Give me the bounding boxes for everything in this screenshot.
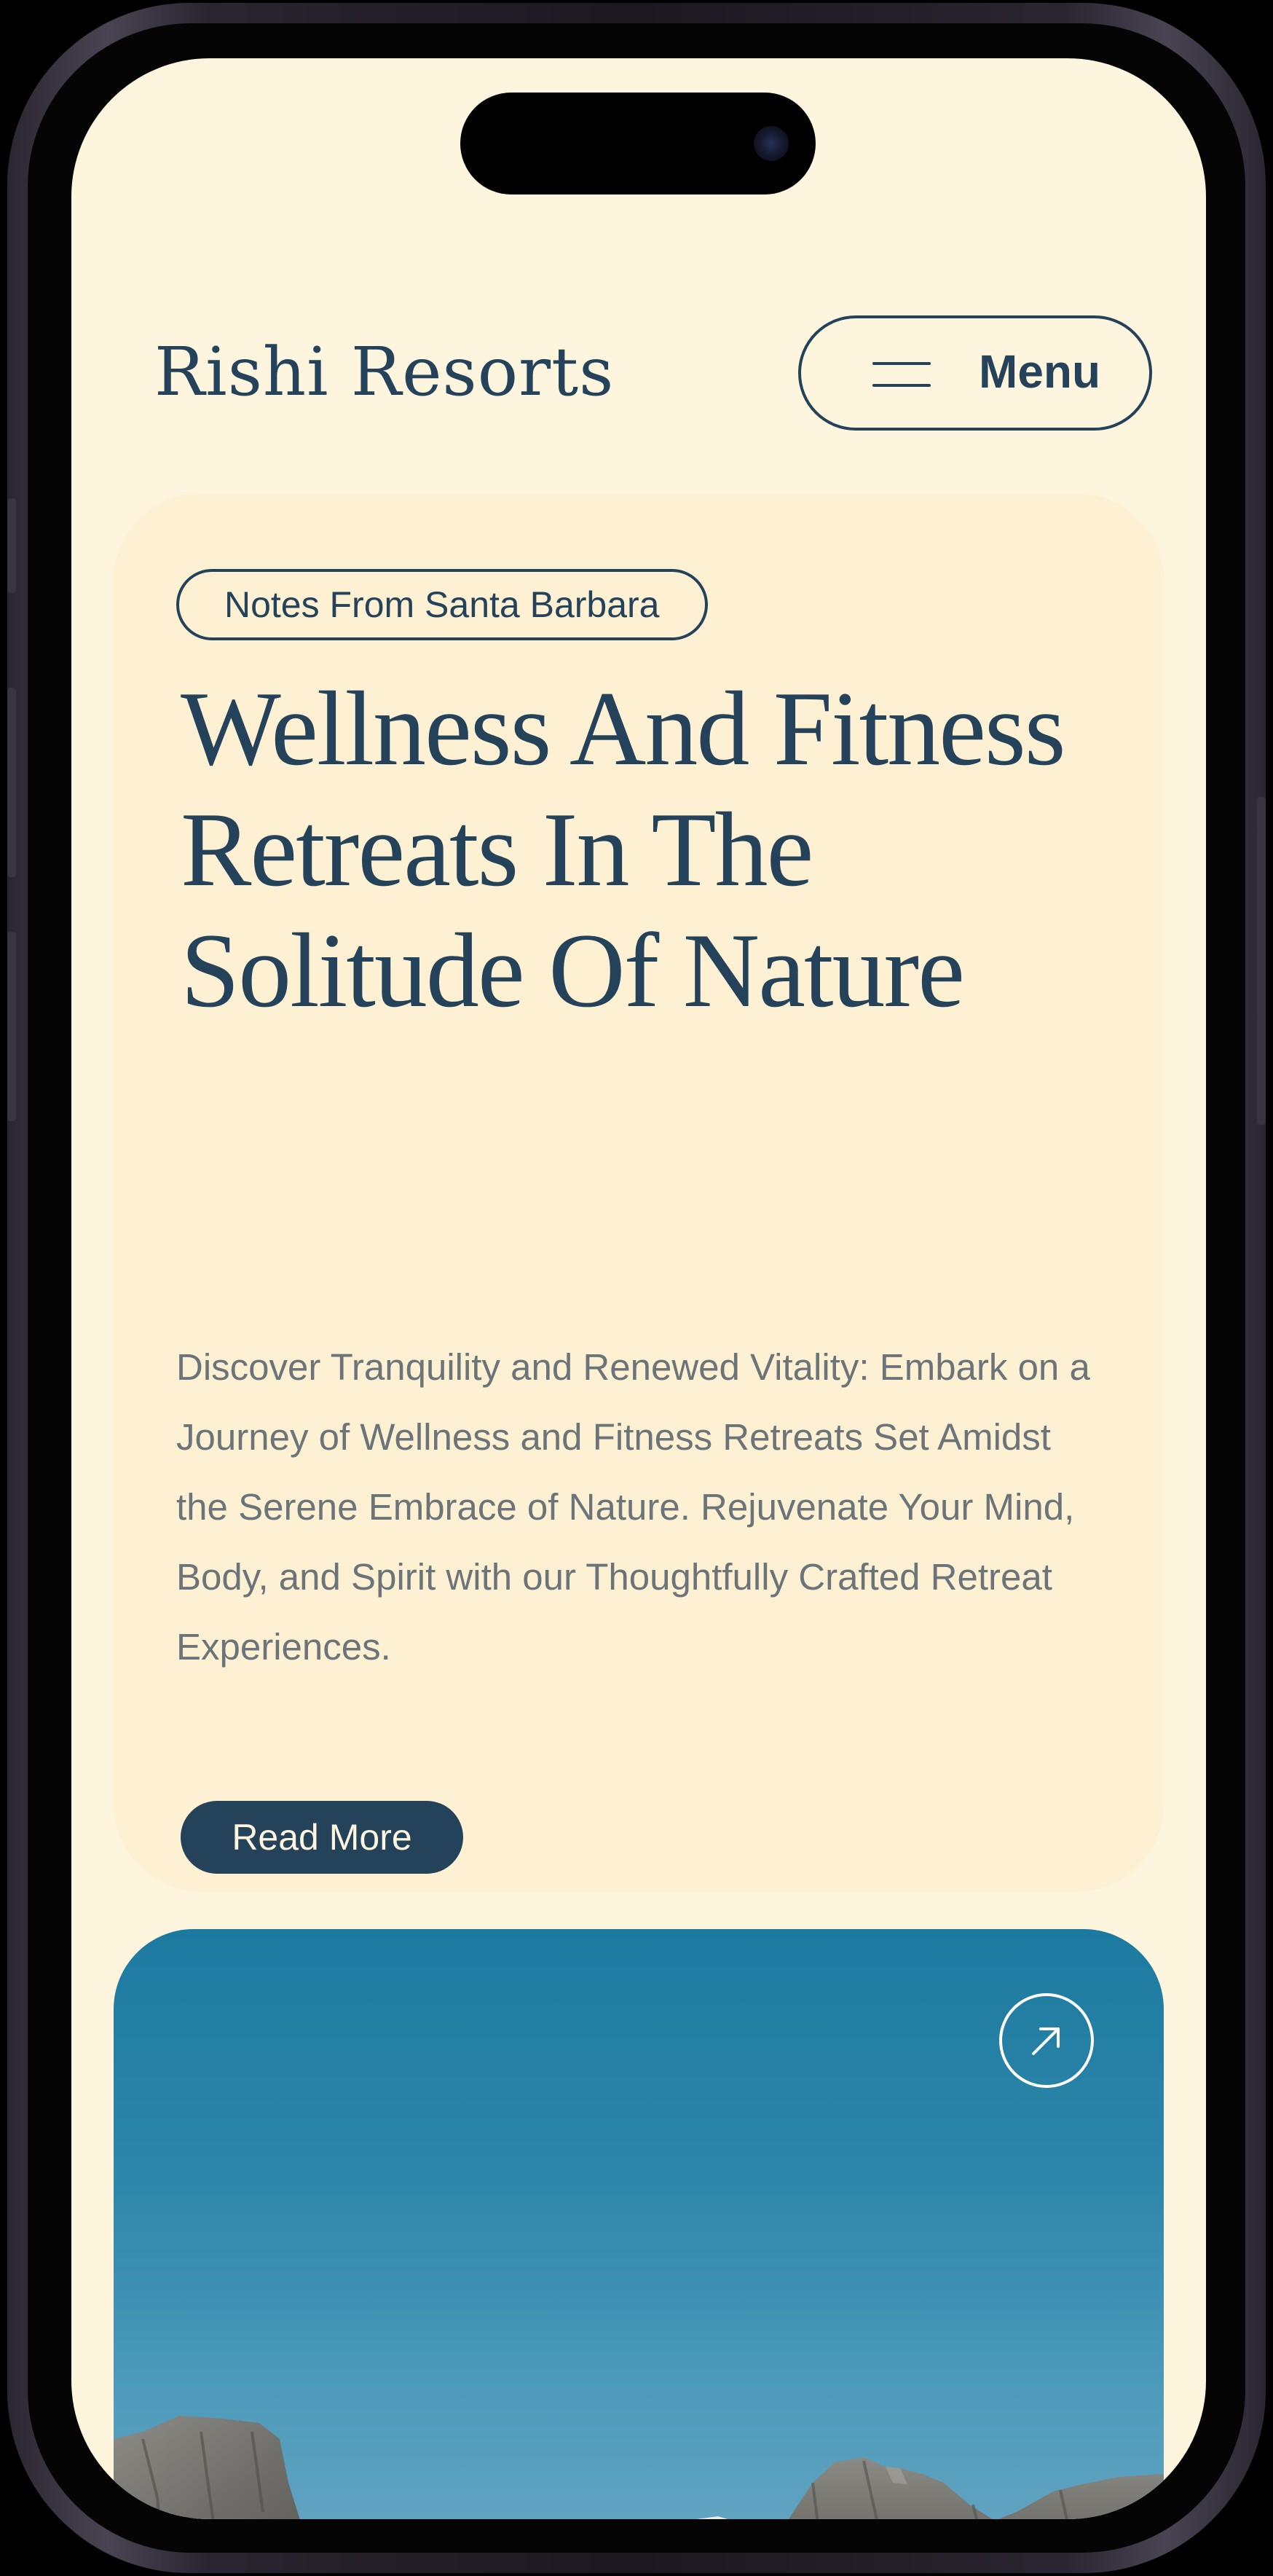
screen: Rishi Resorts Menu Notes From Santa Barb… (71, 58, 1206, 2519)
article-card: Notes From Santa Barbara Wellness And Fi… (114, 493, 1164, 1892)
volume-down-button (7, 932, 16, 1121)
open-article-button[interactable] (999, 1993, 1094, 2088)
menu-button[interactable]: Menu (798, 315, 1152, 431)
camera-icon (754, 126, 789, 161)
feature-image-card[interactable] (114, 1929, 1164, 2519)
article-summary: Discover Tranquility and Renewed Vitalit… (176, 1346, 1090, 1668)
hamburger-icon (872, 359, 931, 388)
power-button (1257, 797, 1266, 1125)
dynamic-island (460, 93, 816, 195)
location-tag[interactable]: Notes From Santa Barbara (176, 569, 708, 640)
arrow-up-right-icon (1032, 2027, 1060, 2055)
action-button (7, 498, 16, 593)
article-headline: Wellness And Fitness Retreats In The Sol… (181, 669, 1066, 1029)
menu-label: Menu (979, 345, 1101, 398)
volume-up-button (7, 688, 16, 877)
read-more-button[interactable]: Read More (181, 1801, 463, 1874)
brand-logo[interactable]: Rishi Resorts (154, 339, 614, 406)
